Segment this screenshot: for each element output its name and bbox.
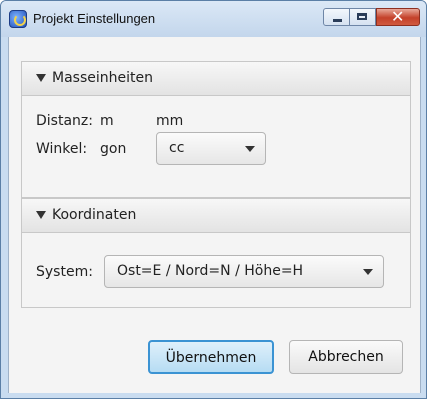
cancel-button[interactable]: Abbrechen	[289, 340, 403, 374]
koordinaten-panel: Koordinaten System: Ost=E / Nord=N / Höh…	[21, 198, 411, 308]
chevron-down-icon	[363, 269, 373, 275]
masseinheiten-panel: Masseinheiten Distanz: m mm Winkel: gon …	[21, 61, 411, 198]
system-select-value: Ost=E / Nord=N / Höhe=H	[117, 263, 304, 279]
dialog-window: Projekt Einstellungen ✕ Masseinheiten Di…	[0, 0, 427, 399]
triangle-down-icon	[36, 211, 46, 219]
koordinaten-title: Koordinaten	[52, 207, 137, 223]
triangle-down-icon	[36, 74, 46, 82]
maximize-icon	[357, 13, 367, 20]
system-select[interactable]: Ost=E / Nord=N / Höhe=H	[104, 255, 384, 288]
system-label: System:	[36, 264, 93, 280]
apply-button[interactable]: Übernehmen	[148, 340, 274, 374]
chevron-down-icon	[245, 146, 255, 152]
dialog-content: Masseinheiten Distanz: m mm Winkel: gon …	[8, 37, 421, 393]
winkel-label: Winkel:	[36, 141, 88, 157]
maximize-button[interactable]	[350, 8, 376, 26]
close-icon: ✕	[391, 7, 405, 26]
masseinheiten-title: Masseinheiten	[52, 70, 153, 86]
distanz-label: Distanz:	[36, 113, 93, 129]
winkel-value: gon	[100, 141, 127, 157]
app-icon	[9, 10, 27, 28]
koordinaten-header[interactable]: Koordinaten	[22, 199, 410, 233]
window-title: Projekt Einstellungen	[33, 11, 156, 26]
minimize-icon	[333, 19, 342, 22]
winkel-select[interactable]: cc	[156, 132, 266, 165]
minimize-button[interactable]	[323, 8, 350, 26]
title-bar[interactable]: Projekt Einstellungen ✕	[1, 1, 426, 37]
close-button[interactable]: ✕	[376, 7, 420, 26]
winkel-select-value: cc	[169, 140, 185, 156]
distanz-value: m	[100, 113, 114, 129]
masseinheiten-header[interactable]: Masseinheiten	[22, 62, 410, 96]
distanz-unit-secondary: mm	[156, 113, 184, 129]
